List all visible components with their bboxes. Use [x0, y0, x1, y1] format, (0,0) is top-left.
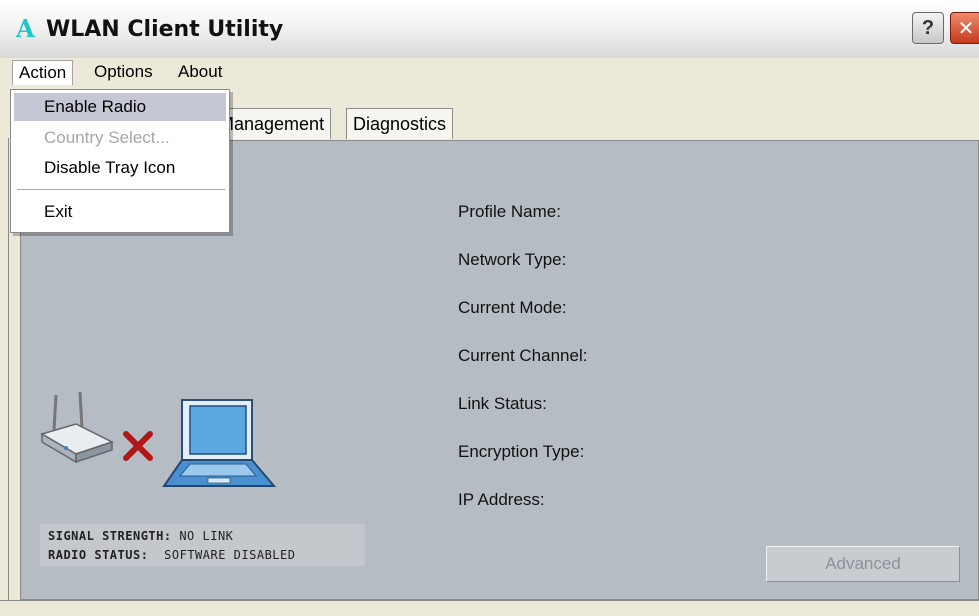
- laptop-icon: [160, 394, 280, 498]
- tab-diagnostics[interactable]: Diagnostics: [346, 108, 454, 139]
- title-bar: A WLAN Client Utility ? ✕: [0, 0, 979, 59]
- signal-strength-label: SIGNAL STRENGTH:: [48, 529, 172, 543]
- menu-about[interactable]: About: [172, 60, 228, 84]
- menu-item-disable-tray-icon[interactable]: Disable Tray Icon: [14, 154, 226, 182]
- current-mode-label: Current Mode:: [458, 298, 567, 317]
- menu-separator: [17, 189, 225, 190]
- menu-action[interactable]: Action: [12, 60, 74, 85]
- menu-item-enable-radio[interactable]: Enable Radio: [14, 93, 226, 121]
- close-button[interactable]: ✕: [950, 12, 979, 44]
- menu-item-country-select[interactable]: Country Select...: [14, 124, 226, 152]
- red-x-icon: [120, 428, 156, 468]
- wireless-router-icon: [36, 390, 116, 474]
- menu-item-exit[interactable]: Exit: [14, 198, 226, 226]
- window-bottom-border: [0, 600, 979, 616]
- radio-status-value: SOFTWARE DISABLED: [164, 548, 296, 562]
- status-box: SIGNAL STRENGTH: NO LINK RADIO STATUS: S…: [40, 524, 365, 566]
- link-status-label: Link Status:: [458, 394, 547, 413]
- help-icon: ?: [921, 16, 935, 39]
- window-title: WLAN Client Utility: [46, 17, 284, 42]
- current-channel-label: Current Channel:: [458, 346, 588, 365]
- menu-options[interactable]: Options: [88, 60, 159, 84]
- profile-name-label: Profile Name:: [458, 202, 561, 221]
- advanced-button[interactable]: Advanced: [766, 546, 960, 582]
- close-icon: ✕: [957, 16, 975, 40]
- signal-strength-value: NO LINK: [179, 529, 234, 543]
- action-dropdown-menu: Enable Radio Country Select... Disable T…: [10, 89, 230, 233]
- ip-address-label: IP Address:: [458, 490, 545, 509]
- radio-status-label: RADIO STATUS:: [48, 548, 149, 562]
- encryption-type-label: Encryption Type:: [458, 442, 585, 461]
- network-type-label: Network Type:: [458, 250, 567, 269]
- help-button[interactable]: ?: [912, 12, 944, 44]
- app-logo-icon: A: [16, 14, 35, 43]
- menu-bar: Action Options About: [0, 58, 979, 87]
